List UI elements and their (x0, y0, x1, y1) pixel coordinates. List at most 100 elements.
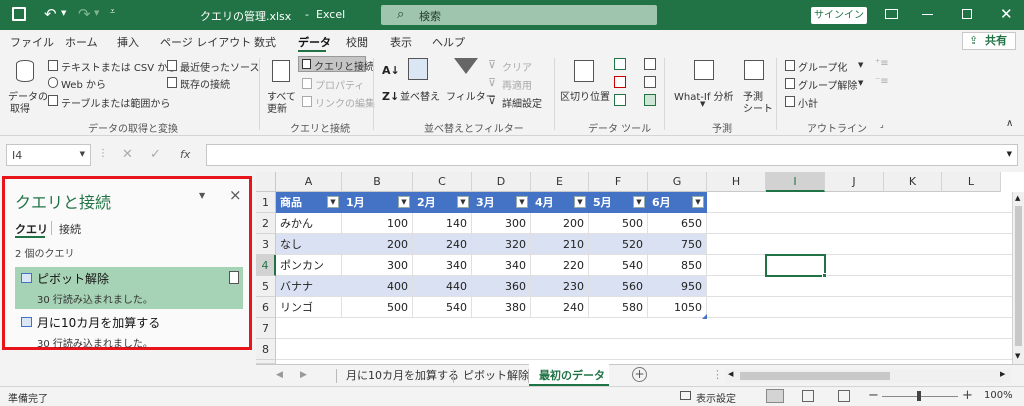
subtotal-button[interactable]: 小計 (798, 95, 818, 110)
table-cell[interactable]: リンゴ (276, 297, 342, 318)
table-header-cell[interactable]: 5月 ▼ (589, 192, 648, 213)
scroll-thumb[interactable] (1015, 206, 1022, 346)
row-header[interactable]: 1 (256, 192, 276, 213)
edit-links-button[interactable]: リンクの編集 (315, 95, 375, 110)
advanced-button[interactable]: 詳細設定 (502, 95, 542, 110)
table-cell[interactable]: 750 (648, 234, 707, 255)
table-cell[interactable]: 650 (648, 213, 707, 234)
table-cell[interactable]: 500 (342, 297, 413, 318)
queries-connections-button[interactable]: クエリと接続 (298, 56, 374, 73)
scroll-sheets-right-icon[interactable]: ▶ (300, 370, 307, 380)
column-header[interactable]: H (707, 172, 766, 192)
column-header[interactable]: G (648, 172, 707, 192)
relationships-icon[interactable] (644, 76, 656, 88)
tab-review[interactable]: 校閲 (346, 34, 368, 50)
column-header[interactable]: L (942, 172, 1001, 192)
table-cell[interactable]: ポンカン (276, 255, 342, 276)
zoom-slider-thumb[interactable] (917, 391, 921, 401)
save-icon[interactable] (12, 7, 26, 21)
table-cell[interactable]: 300 (342, 255, 413, 276)
cancel-formula-icon[interactable]: ✕ (122, 147, 133, 162)
sheet-tab[interactable]: 月に10カ月を加算する (346, 367, 459, 385)
query-peek-icon[interactable] (229, 271, 239, 284)
table-cell[interactable]: 400 (342, 276, 413, 297)
collapse-ribbon-icon[interactable]: ∧ (1006, 118, 1013, 129)
page-layout-view-icon[interactable] (802, 390, 814, 402)
column-header[interactable]: K (884, 172, 942, 192)
show-detail-icon[interactable]: ⁺≡ (875, 58, 889, 69)
row-header[interactable]: 3 (256, 234, 276, 255)
table-cell[interactable]: 210 (531, 234, 589, 255)
name-box[interactable]: I4 ▼ (6, 144, 91, 166)
table-cell[interactable]: 560 (589, 276, 648, 297)
table-cell[interactable]: 360 (472, 276, 531, 297)
name-box-dropdown-icon[interactable]: ▼ (80, 150, 85, 158)
filter-dropdown-icon[interactable]: ▼ (327, 196, 339, 208)
column-header[interactable]: F (589, 172, 648, 192)
column-header[interactable]: A (276, 172, 342, 192)
zoom-in-icon[interactable]: + (962, 388, 973, 403)
filter-dropdown-icon[interactable]: ▼ (457, 196, 469, 208)
remove-duplicates-icon[interactable] (614, 76, 626, 88)
table-cell[interactable]: 540 (413, 297, 472, 318)
horizontal-scrollbar[interactable]: ◀ ▶ (726, 369, 1011, 383)
table-cell[interactable]: 220 (531, 255, 589, 276)
ribbon-display-icon[interactable] (885, 9, 898, 19)
flash-fill-icon[interactable] (614, 58, 626, 70)
table-cell[interactable]: 320 (472, 234, 531, 255)
pane-options-icon[interactable]: ▼ (199, 191, 205, 200)
page-break-view-icon[interactable] (838, 390, 850, 402)
table-header-cell[interactable]: 6月 ▼ (648, 192, 707, 213)
text-to-columns-button[interactable]: 区切り位置 (560, 56, 610, 106)
tab-queries[interactable]: クエリ (15, 221, 48, 237)
zoom-level[interactable]: 100% (984, 390, 1013, 401)
row-header[interactable]: 4 (256, 255, 276, 276)
search-box[interactable]: ⌕ 検索 (381, 5, 657, 25)
data-model-icon[interactable] (644, 94, 656, 106)
tab-insert[interactable]: 挿入 (117, 34, 139, 50)
table-cell[interactable]: みかん (276, 213, 342, 234)
table-cell[interactable]: 580 (589, 297, 648, 318)
table-header-cell[interactable]: 3月 ▼ (472, 192, 531, 213)
maximize-icon[interactable] (962, 9, 972, 19)
filter-dropdown-icon[interactable]: ▼ (574, 196, 586, 208)
forecast-sheet-button[interactable]: 予測 シート (740, 56, 773, 115)
table-header-cell[interactable]: 4月 ▼ (531, 192, 589, 213)
tab-data[interactable]: データ (298, 34, 331, 50)
display-settings-button[interactable]: 表示設定 (696, 390, 736, 405)
table-cell[interactable]: 380 (472, 297, 531, 318)
scroll-left-icon[interactable]: ◀ (728, 370, 733, 378)
vertical-scrollbar[interactable]: ▲ ▼ (1012, 192, 1024, 364)
column-header[interactable]: J (825, 172, 884, 192)
table-cell[interactable]: バナナ (276, 276, 342, 297)
column-header[interactable]: B (342, 172, 413, 192)
table-cell[interactable]: 340 (472, 255, 531, 276)
pane-close-icon[interactable]: × (229, 186, 242, 204)
table-cell[interactable]: 340 (413, 255, 472, 276)
column-header[interactable]: I (766, 172, 825, 192)
tab-page-layout[interactable]: ページ レイアウト (160, 34, 251, 50)
hscroll-thumb[interactable] (740, 372, 890, 380)
from-web-button[interactable]: Web から (61, 76, 106, 91)
table-resize-handle[interactable] (702, 314, 707, 319)
ungroup-button[interactable]: グループ解除 (798, 77, 857, 92)
close-icon[interactable]: ✕ (1000, 5, 1013, 23)
table-cell[interactable]: 240 (531, 297, 589, 318)
table-cell[interactable]: 950 (648, 276, 707, 297)
properties-button[interactable]: プロパティ (315, 77, 364, 92)
tab-help[interactable]: ヘルプ (432, 34, 465, 50)
sort-button[interactable]: 並べ替え (400, 56, 440, 106)
table-header-cell[interactable]: 商品 ▼ (276, 192, 342, 213)
row-header[interactable]: 7 (256, 318, 276, 339)
scroll-up-icon[interactable]: ▲ (1015, 194, 1020, 202)
row-header[interactable]: 5 (256, 276, 276, 297)
tab-file[interactable]: ファイル (10, 34, 54, 50)
table-cell[interactable]: 200 (342, 234, 413, 255)
filter-dropdown-icon[interactable]: ▼ (692, 196, 704, 208)
undo-icon[interactable]: ↶ (44, 5, 57, 23)
scroll-right-icon[interactable]: ▶ (1000, 370, 1005, 378)
table-cell[interactable]: 500 (589, 213, 648, 234)
column-header[interactable]: E (531, 172, 589, 192)
query-item[interactable]: 月に10カ月を加算する 30 行読み込まれました。 (15, 311, 243, 353)
sort-asc-icon[interactable]: A↓ (382, 64, 400, 77)
